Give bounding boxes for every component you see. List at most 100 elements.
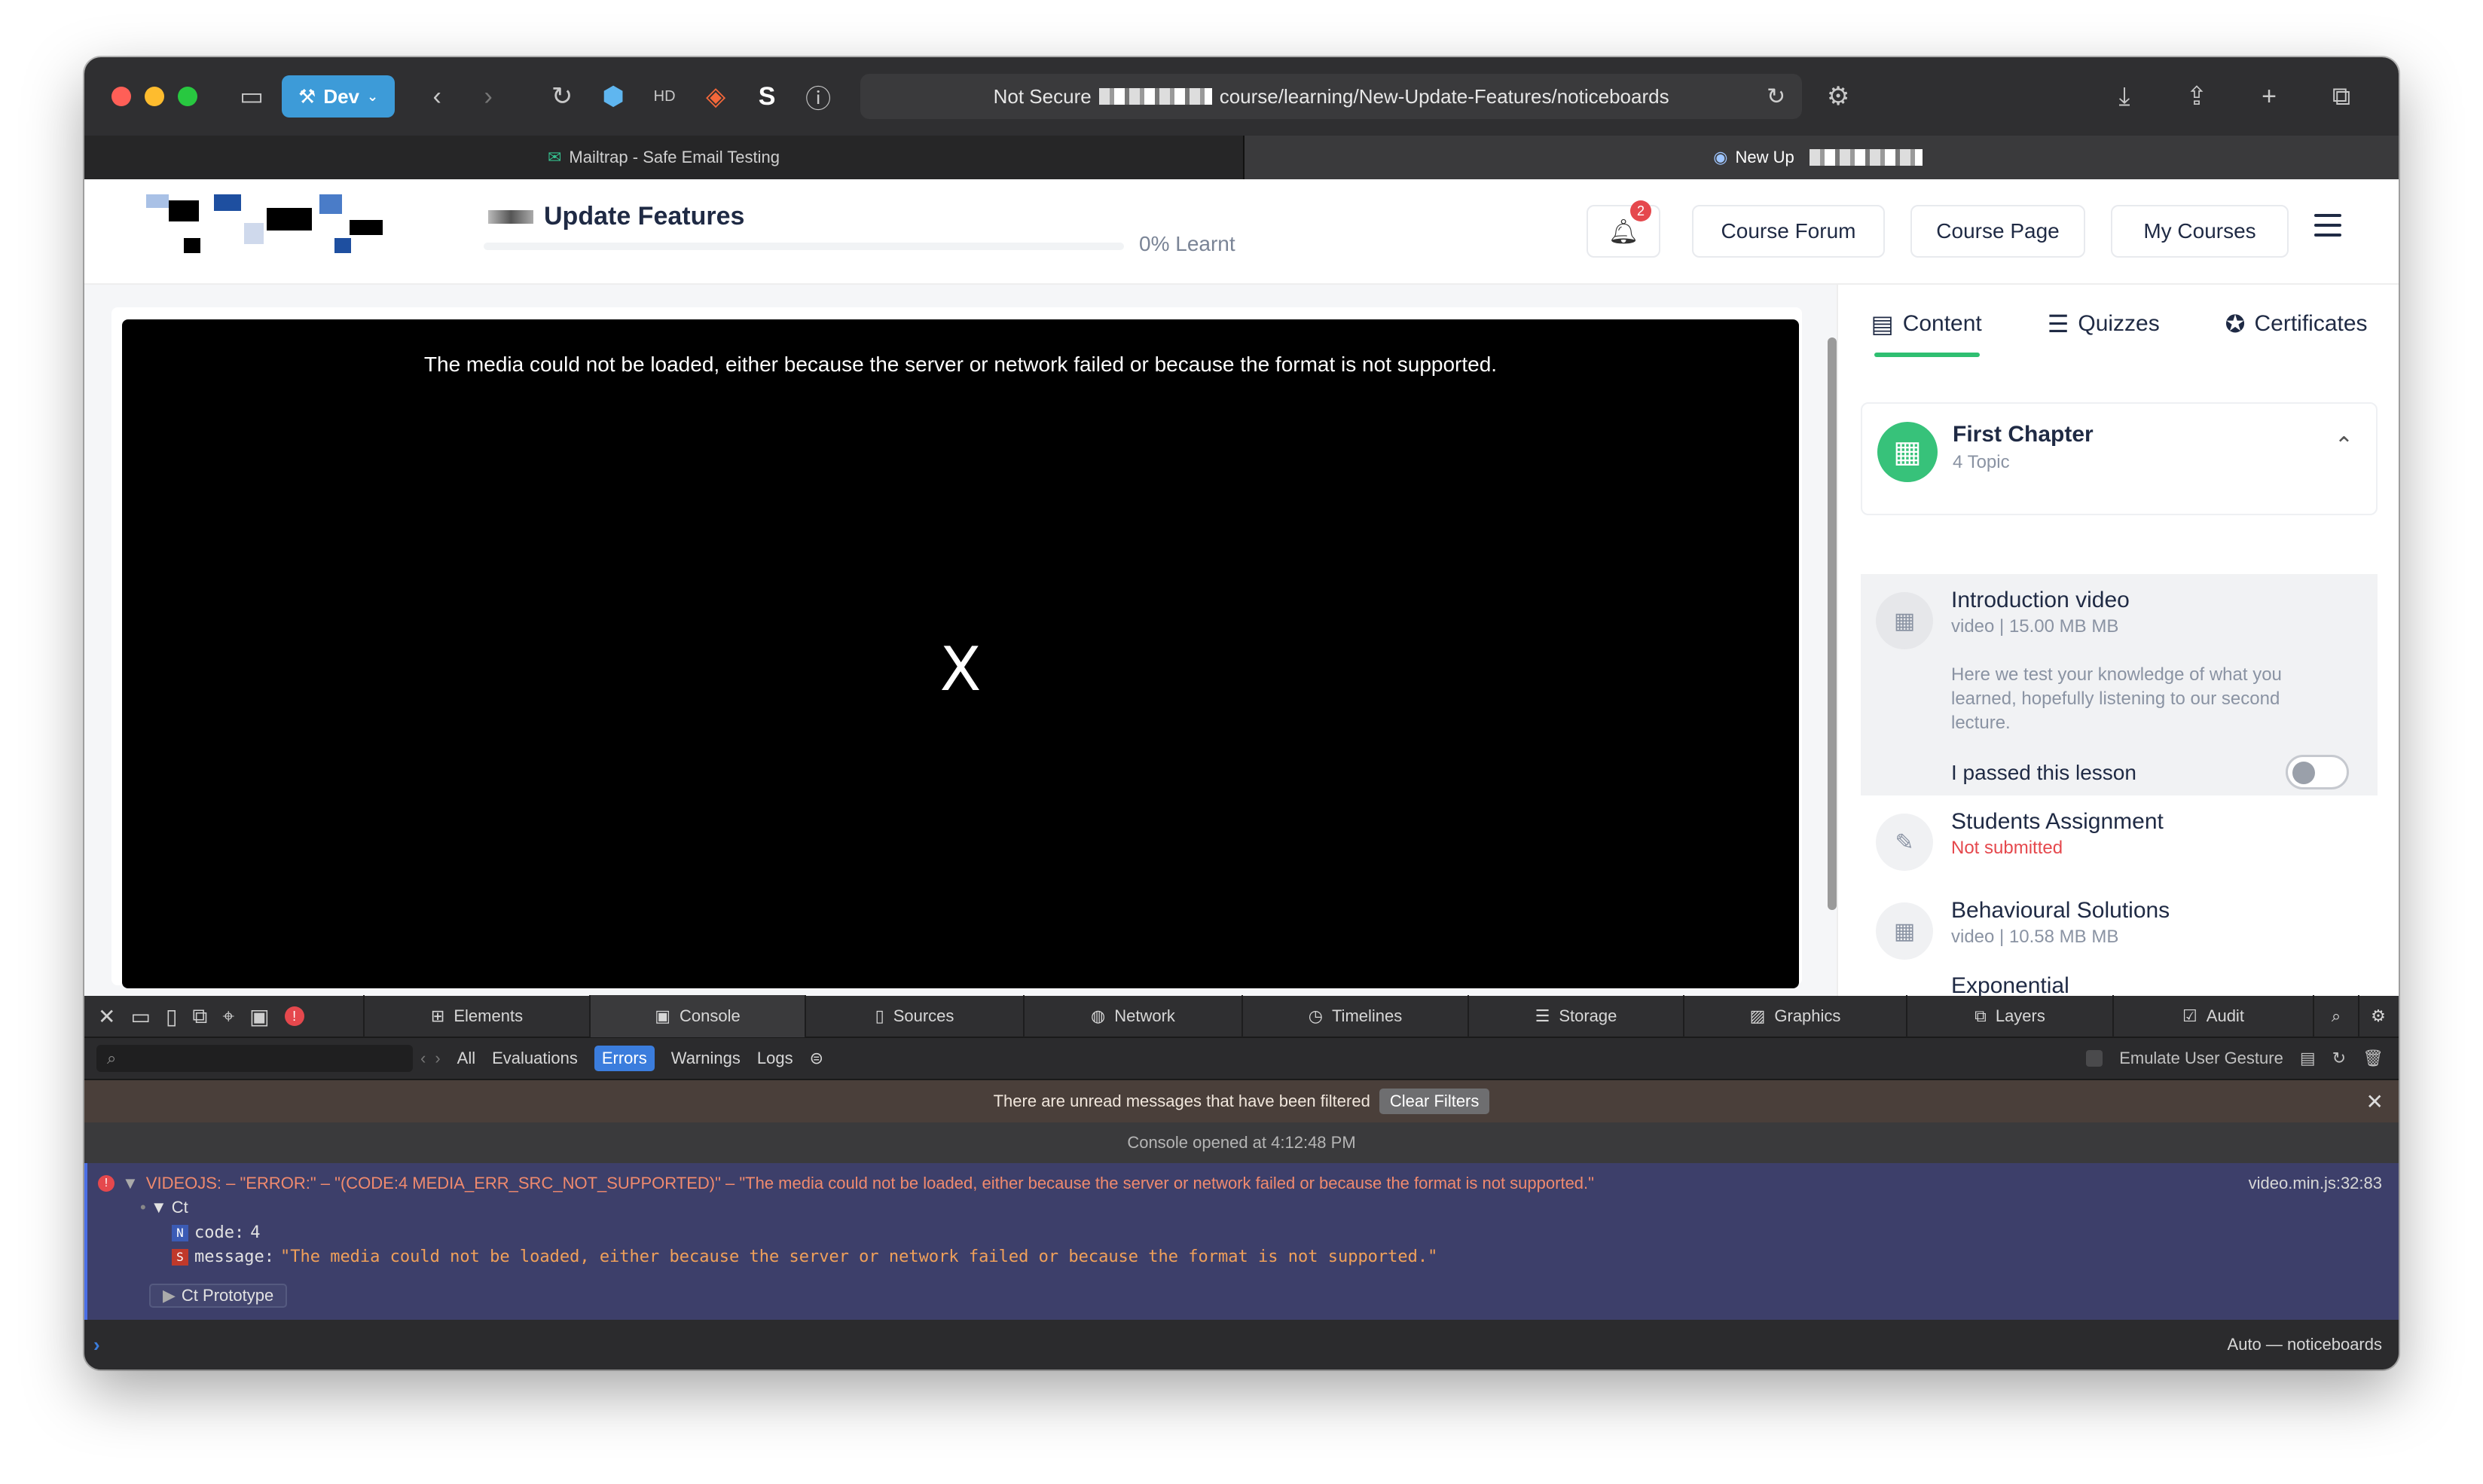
lesson-title: Students Assignment: [1951, 809, 2164, 834]
menu-icon[interactable]: [2314, 214, 2341, 237]
gear-icon[interactable]: ⚙: [1817, 75, 1859, 118]
close-icon[interactable]: ✕: [98, 1004, 115, 1029]
tab-elements[interactable]: ⊞ Elements: [363, 995, 589, 1037]
tab-label: New Up: [1735, 148, 1794, 166]
console-error-message[interactable]: ! ▼ VIDEOJS: – "ERROR:" – "(CODE:4 MEDIA…: [84, 1163, 2399, 1320]
address-bar[interactable]: Not Secure course/learning/New-Update-Fe…: [860, 74, 1803, 119]
course-progress-bar: [484, 243, 1124, 250]
minimize-window-button[interactable]: [145, 87, 164, 106]
tab-label: Quizzes: [2078, 311, 2160, 336]
inspector-tab-bar: ✕ ▭ ▯ ⧉ ⌖ ▣ ! ⊞ Elements ▣ Console ▯ Source…: [84, 995, 2399, 1038]
video-player[interactable]: The media could not be loaded, either be…: [122, 319, 1799, 988]
responsive-icon[interactable]: ⧉: [192, 1004, 207, 1029]
error-text: VIDEOJS: – "ERROR:" – "(CODE:4 MEDIA_ERR…: [145, 1174, 1594, 1192]
tab-label: Network: [1114, 1006, 1175, 1025]
console-prompt[interactable]: › Auto — noticeboards: [84, 1320, 2399, 1369]
close-window-button[interactable]: [111, 87, 131, 106]
dock-side-icon[interactable]: ▯: [166, 1004, 177, 1029]
hammer-icon: ⚒: [298, 84, 316, 108]
share-icon[interactable]: ⇪: [2176, 75, 2218, 118]
error-indicator[interactable]: !: [284, 1006, 304, 1026]
sidebar-toggle-icon[interactable]: ▭: [231, 75, 273, 118]
prev-icon[interactable]: ‹: [420, 1049, 426, 1068]
filter-options-icon[interactable]: ⊜: [810, 1049, 823, 1068]
refresh-extension-icon[interactable]: ↻: [541, 75, 583, 118]
device-icon[interactable]: ▣: [249, 1004, 269, 1029]
filter-warnings[interactable]: Warnings: [671, 1049, 741, 1068]
tab-layers[interactable]: ⧉ Layers: [1906, 995, 2112, 1037]
chevron-up-icon[interactable]: ⌃: [2335, 432, 2353, 459]
property-key: code:: [194, 1223, 245, 1242]
clock-icon: ◷: [1308, 1006, 1323, 1025]
my-courses-button[interactable]: My Courses: [2111, 205, 2289, 258]
tab-label: Storage: [1559, 1006, 1617, 1025]
mailtrap-icon: ✉: [547, 148, 562, 166]
next-icon[interactable]: ›: [435, 1049, 440, 1068]
tab-quizzes[interactable]: ☰ Quizzes: [2048, 310, 2160, 338]
reload-icon[interactable]: ↻: [2332, 1049, 2346, 1068]
course-forum-button[interactable]: Course Forum: [1692, 205, 1885, 258]
filter-all[interactable]: All: [457, 1049, 475, 1068]
prototype-entry[interactable]: ▶ Ct Prototype: [149, 1284, 288, 1308]
dock-bottom-icon[interactable]: ▭: [130, 1004, 150, 1029]
filter-logs[interactable]: Logs: [757, 1049, 793, 1068]
shield-extension-icon[interactable]: ◈: [695, 75, 737, 118]
console-filter-input[interactable]: ⌕: [96, 1045, 413, 1072]
disclosure-triangle-icon[interactable]: ▼: [122, 1174, 139, 1193]
console-filter-bar: ⌕ ‹ › All Evaluations Errors Warnings Lo…: [84, 1038, 2399, 1080]
passed-lesson-toggle[interactable]: [2286, 755, 2349, 789]
trash-icon[interactable]: 🗑︎: [2362, 1049, 2384, 1068]
execution-context-selector[interactable]: Auto — noticeboards: [2228, 1335, 2382, 1354]
course-page-button[interactable]: Course Page: [1910, 205, 2085, 258]
preserve-log-icon[interactable]: ▤: [2300, 1049, 2316, 1068]
info-icon[interactable]: ⓘ: [797, 75, 839, 118]
back-icon[interactable]: ‹: [416, 75, 458, 118]
clear-filters-button[interactable]: Clear Filters: [1379, 1089, 1490, 1114]
list-item[interactable]: Exponential: [1861, 973, 2378, 996]
list-item[interactable]: ▦ Introduction video video | 15.00 MB MB…: [1861, 574, 2378, 795]
tab-content[interactable]: ▤ Content: [1871, 310, 1981, 338]
tab-label: Elements: [454, 1006, 524, 1025]
lesson-content: The media could not be loaded, either be…: [84, 285, 1837, 996]
tab-timelines[interactable]: ◷ Timelines: [1242, 995, 1468, 1037]
cube-extension-icon[interactable]: ⬢: [592, 75, 634, 118]
tab-storage[interactable]: ☰ Storage: [1468, 995, 1683, 1037]
error-source-link[interactable]: video.min.js:32:83: [2249, 1174, 2382, 1193]
crosshair-icon[interactable]: ⌖: [222, 1004, 234, 1029]
tab-graphics[interactable]: ▨ Graphics: [1683, 995, 1906, 1037]
download-icon[interactable]: ⤓: [2103, 75, 2146, 118]
zoom-window-button[interactable]: [178, 87, 197, 106]
tab-sources[interactable]: ▯ Sources: [805, 995, 1023, 1037]
filter-evaluations[interactable]: Evaluations: [492, 1049, 578, 1068]
feather-icon: ✎: [1876, 814, 1933, 871]
tab-course[interactable]: ◉ New Up: [1245, 136, 2399, 179]
gear-icon[interactable]: ⚙: [2358, 995, 2397, 1037]
tab-console[interactable]: ▣ Console: [589, 995, 805, 1037]
site-logo[interactable]: [139, 193, 387, 255]
close-icon[interactable]: ✕: [2366, 1089, 2384, 1114]
s-extension-icon[interactable]: S: [746, 75, 788, 118]
tab-network[interactable]: ◍ Network: [1023, 995, 1242, 1037]
filter-errors[interactable]: Errors: [594, 1046, 655, 1071]
search-icon[interactable]: ⌕: [2313, 995, 2358, 1037]
dev-profile-button[interactable]: ⚒ Dev ⌄: [282, 75, 396, 118]
forward-icon[interactable]: ›: [467, 75, 509, 118]
notifications-button[interactable]: 🔔︎ 2: [1587, 200, 1660, 258]
video-error-message: The media could not be loaded, either be…: [423, 353, 1498, 376]
hd-extension-icon[interactable]: HD: [643, 75, 686, 118]
new-tab-icon[interactable]: +: [2248, 75, 2290, 118]
database-icon: ☰: [1535, 1006, 1550, 1025]
chapter-header[interactable]: ▦ First Chapter 4 Topic ⌃: [1861, 402, 2378, 515]
error-object[interactable]: • ▼ Ct: [140, 1198, 188, 1217]
list-item[interactable]: ▦ Behavioural Solutions video | 10.58 MB…: [1861, 884, 2378, 973]
list-item[interactable]: ✎ Students Assignment Not submitted: [1861, 795, 2378, 884]
tab-certificates[interactable]: ✪ Certificates: [2225, 310, 2368, 338]
tab-overview-icon[interactable]: ⧉: [2320, 75, 2362, 118]
reload-icon[interactable]: ↻: [1767, 84, 1785, 110]
tab-mailtrap[interactable]: ✉ Mailtrap - Safe Email Testing: [84, 136, 1245, 179]
tab-audit[interactable]: ☑ Audit: [2112, 995, 2313, 1037]
error-line: ! ▼ VIDEOJS: – "ERROR:" – "(CODE:4 MEDIA…: [98, 1174, 1594, 1193]
content-scrollbar[interactable]: [1828, 337, 1837, 910]
video-error-close-icon[interactable]: X: [122, 634, 1799, 704]
emulate-gesture-checkbox[interactable]: [2086, 1050, 2103, 1067]
